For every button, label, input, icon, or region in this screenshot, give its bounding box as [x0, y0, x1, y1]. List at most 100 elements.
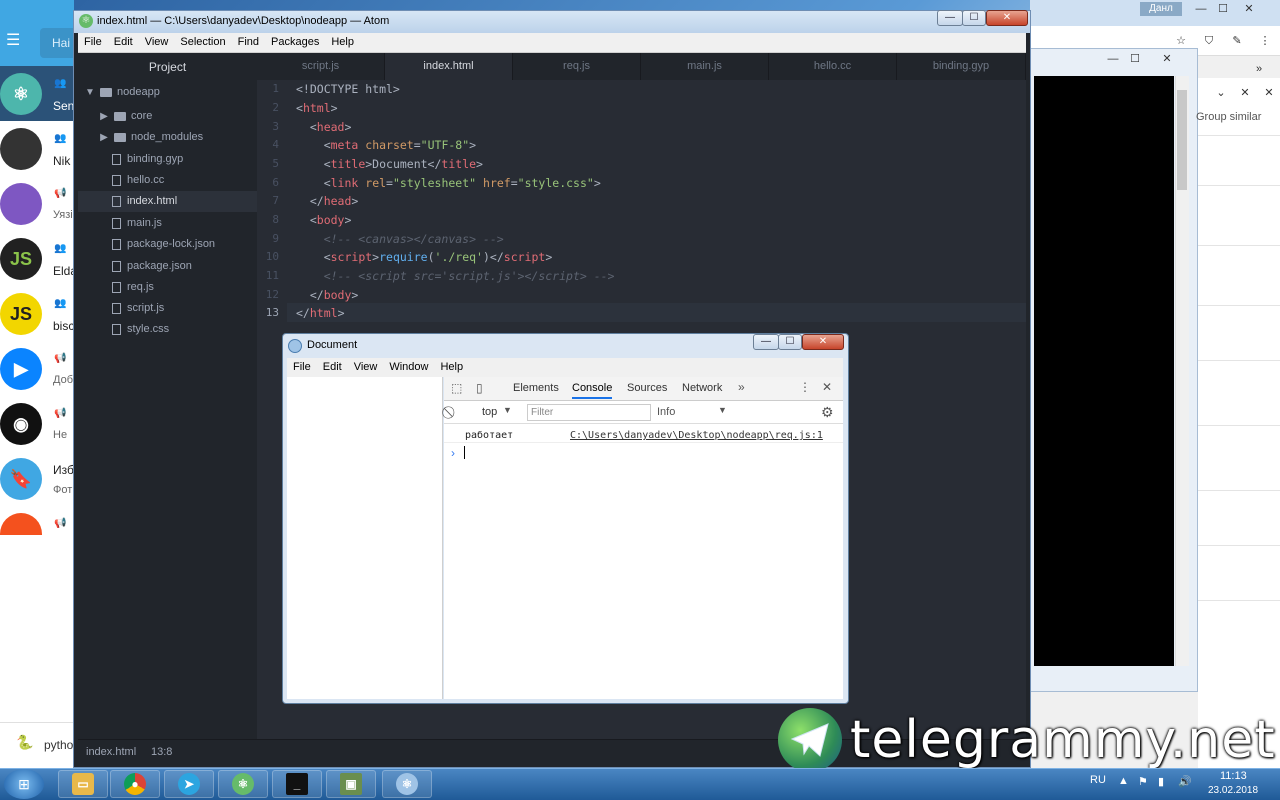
menu-help[interactable]: Help — [434, 358, 469, 377]
menu-file[interactable]: File — [287, 358, 317, 377]
minimize-button[interactable]: — — [753, 334, 779, 350]
context-selector[interactable]: top — [482, 406, 497, 418]
status-cursor-position[interactable]: 13:8 — [151, 746, 172, 758]
console-filter-input[interactable]: Filter — [527, 404, 651, 421]
close-button[interactable]: ✕ — [986, 10, 1028, 26]
inspect-element-icon[interactable]: ⬚ — [451, 381, 462, 395]
flag-icon[interactable]: ⚑ — [1138, 775, 1148, 788]
more-vert-icon[interactable]: ⋮ — [799, 380, 811, 394]
clock-time[interactable]: 11:13 — [1220, 770, 1247, 782]
devtools-tab-sources[interactable]: Sources — [627, 382, 667, 394]
close-icon[interactable]: ✕ — [1240, 2, 1258, 16]
console-log-source-link[interactable]: C:\Users\danyadev\Desktop\nodeapp\req.js… — [570, 430, 823, 441]
code-line[interactable]: <title>Document</title> — [296, 157, 483, 176]
group-similar-option[interactable]: Group similar — [1196, 111, 1261, 123]
star-icon[interactable]: ☆ — [1172, 34, 1190, 48]
tab-binding-gyp[interactable]: binding.gyp — [897, 53, 1026, 80]
language-indicator[interactable]: RU — [1090, 774, 1106, 786]
taskbar-chrome[interactable]: ● — [110, 770, 160, 798]
scrollbar-thumb[interactable] — [1177, 90, 1187, 190]
start-button[interactable]: ⊞ — [4, 769, 44, 799]
code-line[interactable]: <meta charset="UTF-8"> — [296, 138, 476, 157]
menu-help[interactable]: Help — [325, 33, 360, 52]
user-badge[interactable]: Данл — [1140, 2, 1182, 16]
devtools-tab-network[interactable]: Network — [682, 382, 722, 394]
clock-date[interactable]: 23.02.2018 — [1208, 785, 1258, 796]
tree-folder[interactable]: ▶ core — [98, 106, 257, 127]
tree-file[interactable]: package.json — [112, 256, 257, 277]
code-line[interactable]: <!-- <script src='script.js'></script> -… — [296, 269, 615, 288]
minimize-icon[interactable]: — — [1104, 52, 1122, 66]
tab-hello-cc[interactable]: hello.cc — [769, 53, 897, 80]
devtools-tab-elements[interactable]: Elements — [513, 382, 559, 394]
maximize-icon[interactable]: ☐ — [1126, 52, 1144, 66]
code-line[interactable]: <head> — [296, 120, 352, 139]
close-button[interactable]: ✕ — [802, 334, 844, 350]
eyedropper-icon[interactable]: ✎ — [1228, 34, 1246, 48]
code-line[interactable]: </body> — [296, 288, 359, 307]
close-icon[interactable]: ✕ — [1158, 52, 1176, 66]
menu-view[interactable]: View — [348, 358, 384, 377]
tree-file[interactable]: binding.gyp — [112, 149, 257, 170]
code-line[interactable]: <link rel="stylesheet" href="style.css"> — [296, 176, 601, 195]
tab-main-js[interactable]: main.js — [641, 53, 769, 80]
maximize-button[interactable]: ☐ — [778, 334, 802, 350]
tree-folder-root[interactable]: ▼ nodeapp — [84, 82, 257, 103]
tree-file[interactable]: hello.cc — [112, 170, 257, 191]
more-tabs-icon[interactable]: » — [738, 380, 745, 394]
menu-edit[interactable]: Edit — [317, 358, 348, 377]
tree-file[interactable]: main.js — [112, 213, 257, 234]
tree-file[interactable]: script.js — [112, 298, 257, 319]
code-line[interactable]: <!-- <canvas></canvas> --> — [296, 232, 504, 251]
tree-file[interactable]: req.js — [112, 277, 257, 298]
log-level-selector[interactable]: Info — [657, 406, 675, 418]
menu-file[interactable]: File — [78, 33, 108, 52]
menu-packages[interactable]: Packages — [265, 33, 325, 52]
taskbar-telegram[interactable]: ➤ — [164, 770, 214, 798]
expand-icon[interactable]: » — [1250, 62, 1268, 76]
code-line[interactable]: <!DOCTYPE html> — [296, 82, 400, 101]
tree-folder[interactable]: ▶ node_modules — [98, 127, 257, 148]
close-icon[interactable]: ✕ — [822, 380, 832, 394]
taskbar-cmd[interactable]: _ — [272, 770, 322, 798]
project-tree-header[interactable]: Project — [78, 56, 257, 78]
chevron-up-icon[interactable]: ▲ — [1118, 775, 1129, 787]
menu-view[interactable]: View — [139, 33, 175, 52]
volume-icon[interactable]: 🔊 — [1178, 775, 1192, 788]
tree-file[interactable]: style.css — [112, 319, 257, 340]
tab-script-js[interactable]: script.js — [257, 53, 385, 80]
telegram-search-input[interactable]: Наi — [40, 28, 74, 58]
network-icon[interactable]: ▮ — [1158, 775, 1164, 788]
code-line[interactable]: <body> — [296, 213, 352, 232]
tree-file[interactable]: package-lock.json — [112, 234, 257, 255]
close-icon[interactable]: ✕ — [1260, 86, 1278, 100]
code-line[interactable]: <script>require('./req')</script> — [296, 250, 553, 269]
shield-icon[interactable]: ⛉ — [1200, 34, 1218, 48]
menu-edit[interactable]: Edit — [108, 33, 139, 52]
menu-window[interactable]: Window — [383, 358, 434, 377]
code-line[interactable]: </html> — [296, 306, 345, 325]
devtools-tab-console[interactable]: Console — [572, 382, 613, 399]
minimize-button[interactable]: — — [937, 10, 963, 26]
taskbar-atom[interactable]: ⚛ — [218, 770, 268, 798]
minimize-icon[interactable]: — — [1192, 2, 1210, 16]
tab-req-js[interactable]: req.js — [513, 53, 641, 80]
menu-find[interactable]: Find — [232, 33, 265, 52]
maximize-icon[interactable]: ☐ — [1214, 2, 1232, 16]
console-input-caret[interactable] — [464, 446, 465, 459]
status-file-name[interactable]: index.html — [86, 746, 136, 758]
gear-icon[interactable]: ⚙ — [821, 404, 834, 421]
more-vert-icon[interactable]: ⋮ — [1256, 34, 1274, 48]
code-line[interactable]: </head> — [296, 194, 359, 213]
taskbar-app[interactable]: ▣ — [326, 770, 376, 798]
tree-file-selected[interactable]: index.html — [78, 191, 257, 212]
maximize-button[interactable]: ☐ — [962, 10, 986, 26]
taskbar-explorer[interactable]: ▭ — [58, 770, 108, 798]
hamburger-menu-icon[interactable]: ☰ — [6, 33, 26, 49]
tab-index-html[interactable]: index.html — [385, 53, 513, 80]
code-line[interactable]: <html> — [296, 101, 338, 120]
chevron-down-icon[interactable]: ⌄ — [1212, 86, 1230, 100]
menu-selection[interactable]: Selection — [174, 33, 231, 52]
close-icon[interactable]: ✕ — [1236, 86, 1254, 100]
taskbar-electron[interactable]: ⚛ — [382, 770, 432, 798]
